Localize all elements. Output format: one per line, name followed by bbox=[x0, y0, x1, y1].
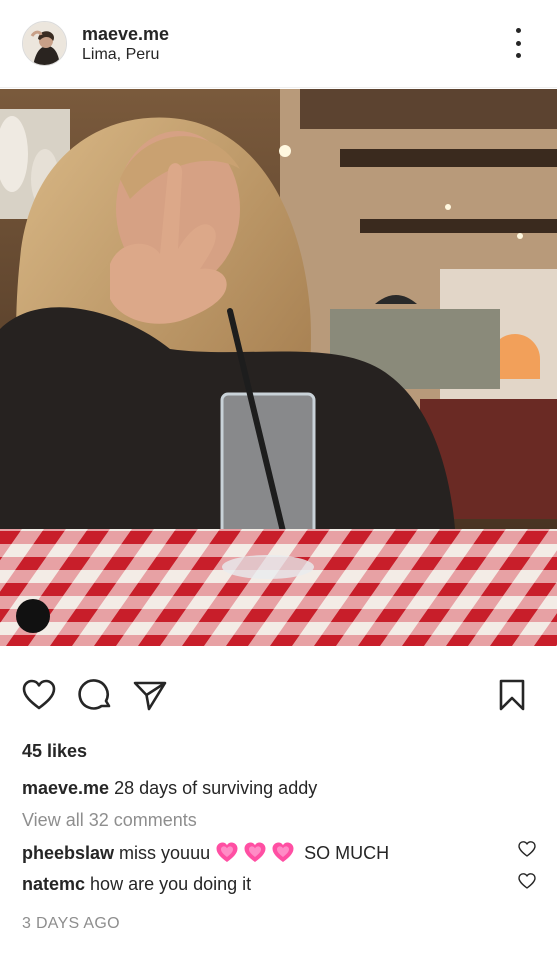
comment-text-after: SO MUCH bbox=[304, 843, 390, 863]
user-tag-indicator[interactable] bbox=[16, 599, 50, 633]
comment-username[interactable]: pheebslaw bbox=[22, 843, 114, 863]
heart-outline-icon[interactable] bbox=[20, 676, 58, 714]
post-photo[interactable] bbox=[0, 89, 557, 646]
caption: maeve.me 28 days of surviving addy bbox=[22, 777, 317, 799]
comment-row: pheebslaw miss youuu SO MUCH bbox=[22, 841, 389, 864]
growing-heart-emoji-icon bbox=[271, 841, 295, 863]
more-options-icon[interactable] bbox=[509, 28, 527, 58]
username[interactable]: maeve.me bbox=[82, 23, 169, 45]
comment-text: miss youuu bbox=[119, 843, 211, 863]
more-dot bbox=[515, 28, 521, 33]
avatar[interactable] bbox=[22, 21, 67, 66]
location[interactable]: Lima, Peru bbox=[82, 45, 169, 65]
more-dot bbox=[515, 53, 521, 58]
action-bar bbox=[0, 676, 557, 716]
comment-bubble-icon[interactable] bbox=[77, 676, 115, 714]
comment-text: how are you doing it bbox=[90, 874, 252, 894]
more-dot bbox=[515, 40, 521, 46]
user-block: maeve.me Lima, Peru bbox=[82, 23, 169, 65]
caption-text: 28 days of surviving addy bbox=[114, 778, 318, 798]
post-header: maeve.me Lima, Peru bbox=[0, 0, 557, 88]
bookmark-icon[interactable] bbox=[493, 676, 531, 714]
paper-plane-icon[interactable] bbox=[131, 676, 169, 714]
comment-like-heart-icon[interactable] bbox=[517, 871, 537, 891]
post-timestamp[interactable]: 3 DAYS AGO bbox=[22, 914, 120, 934]
likes-count[interactable]: 45 likes bbox=[22, 740, 87, 762]
comment-like-heart-icon[interactable] bbox=[517, 839, 537, 859]
view-all-comments-link[interactable]: View all 32 comments bbox=[22, 809, 197, 831]
comment-username[interactable]: natemc bbox=[22, 874, 85, 894]
comment-row: natemc how are you doing it bbox=[22, 873, 251, 895]
growing-heart-emoji-icon bbox=[215, 841, 239, 863]
growing-heart-emoji-icon bbox=[243, 841, 267, 863]
caption-username[interactable]: maeve.me bbox=[22, 778, 109, 798]
